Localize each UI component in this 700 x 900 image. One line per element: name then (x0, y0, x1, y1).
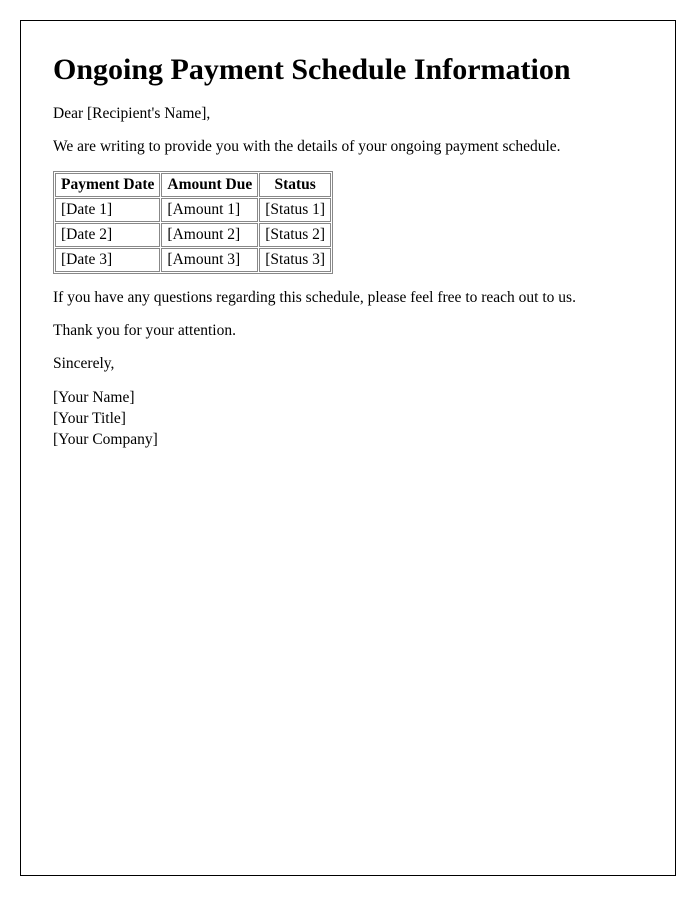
table-header-row: Payment Date Amount Due Status (55, 173, 331, 197)
cell-date: [Date 1] (55, 198, 160, 222)
table-row: [Date 3] [Amount 3] [Status 3] (55, 248, 331, 272)
cell-status: [Status 3] (259, 248, 331, 272)
signature-company: [Your Company] (53, 431, 158, 448)
col-header-amount-due: Amount Due (161, 173, 258, 197)
thanks-line: Thank you for your attention. (53, 322, 643, 340)
cell-date: [Date 2] (55, 223, 160, 247)
followup-paragraph: If you have any questions regarding this… (53, 289, 643, 307)
table-row: [Date 2] [Amount 2] [Status 2] (55, 223, 331, 247)
intro-paragraph: We are writing to provide you with the d… (53, 138, 643, 156)
signoff-line: Sincerely, (53, 355, 643, 373)
page-title: Ongoing Payment Schedule Information (53, 53, 643, 87)
cell-status: [Status 2] (259, 223, 331, 247)
cell-date: [Date 3] (55, 248, 160, 272)
cell-amount: [Amount 2] (161, 223, 258, 247)
cell-status: [Status 1] (259, 198, 331, 222)
col-header-payment-date: Payment Date (55, 173, 160, 197)
cell-amount: [Amount 1] (161, 198, 258, 222)
greeting-line: Dear [Recipient's Name], (53, 105, 643, 123)
cell-amount: [Amount 3] (161, 248, 258, 272)
letter-page: Ongoing Payment Schedule Information Dea… (20, 20, 676, 876)
payment-schedule-table: Payment Date Amount Due Status [Date 1] … (53, 171, 333, 274)
table-row: [Date 1] [Amount 1] [Status 1] (55, 198, 331, 222)
signature-block: [Your Name] [Your Title] [Your Company] (53, 388, 643, 451)
signature-name: [Your Name] (53, 389, 135, 406)
col-header-status: Status (259, 173, 331, 197)
signature-title: [Your Title] (53, 410, 126, 427)
